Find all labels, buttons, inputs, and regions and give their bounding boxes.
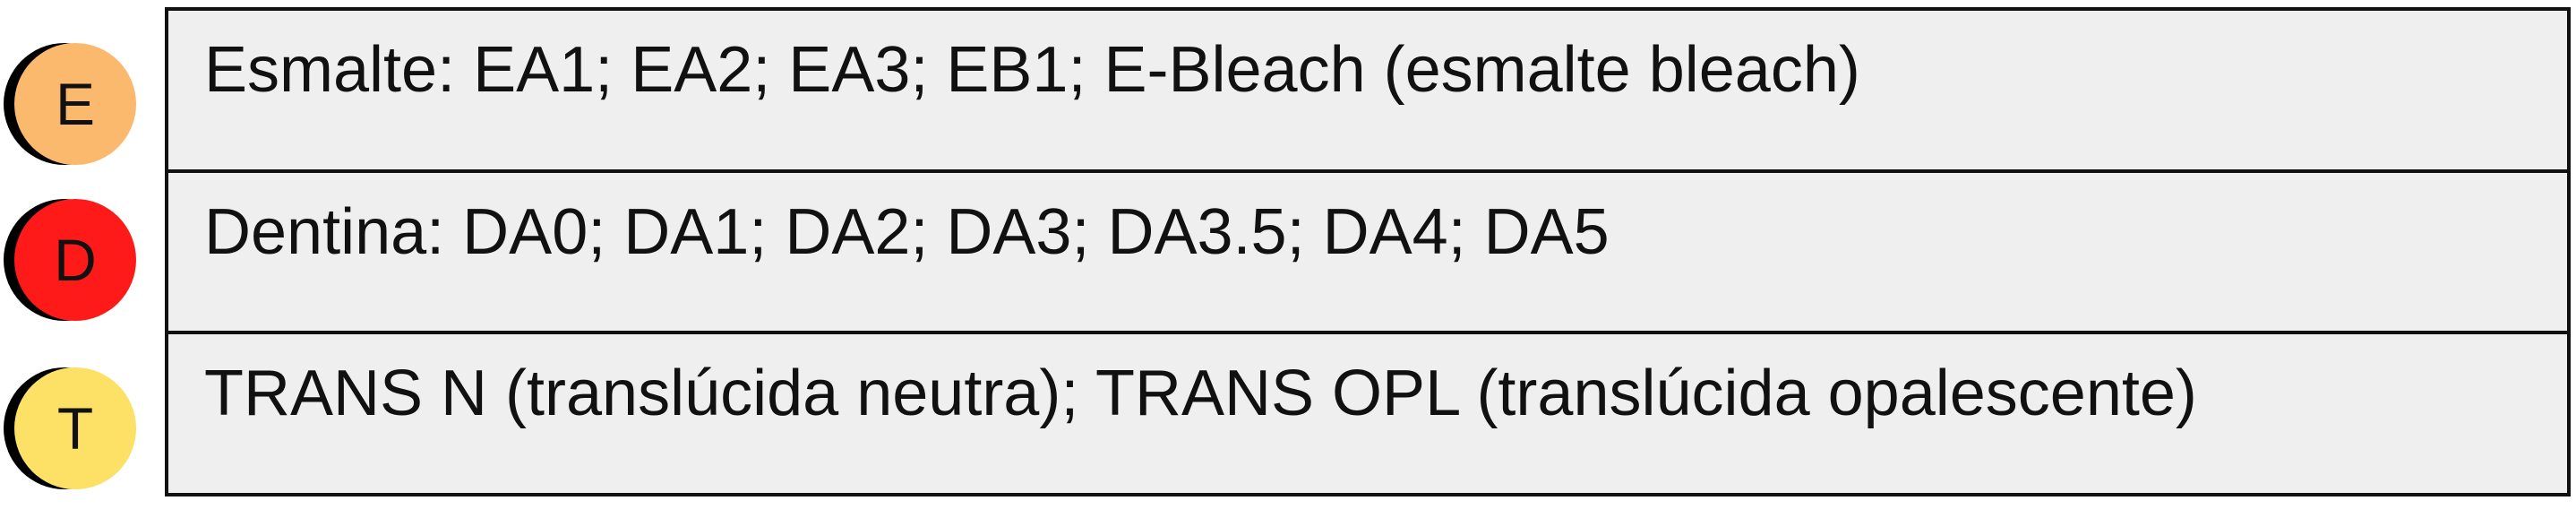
dentin-badge-letter: D xyxy=(54,227,97,293)
translucent-badge: T xyxy=(4,367,136,489)
translucent-shades-text: TRANS N (translúcida neutra); TRANS OPL … xyxy=(204,358,2197,430)
translucent-badge-disc: T xyxy=(14,367,136,489)
enamel-shades-text: Esmalte: EA1; EA2; EA3; EB1; E-Bleach (e… xyxy=(204,34,1860,106)
enamel-badge-disc: E xyxy=(14,43,136,165)
dentin-row: Dentina: DA0; DA1; DA2; DA3; DA3.5; DA4;… xyxy=(168,168,2567,332)
enamel-badge-letter: E xyxy=(55,71,96,137)
enamel-row: Esmalte: EA1; EA2; EA3; EB1; E-Bleach (e… xyxy=(168,11,2567,169)
translucent-row: TRANS N (translúcida neutra); TRANS OPL … xyxy=(168,331,2567,493)
translucent-badge-letter: T xyxy=(56,395,94,462)
dentin-shades-text: Dentina: DA0; DA1; DA2; DA3; DA3.5; DA4;… xyxy=(204,195,1610,268)
shade-table: Esmalte: EA1; EA2; EA3; EB1; E-Bleach (e… xyxy=(165,7,2571,496)
dentin-badge: D xyxy=(4,199,136,321)
dentin-badge-disc: D xyxy=(14,199,136,321)
enamel-badge: E xyxy=(4,43,136,165)
